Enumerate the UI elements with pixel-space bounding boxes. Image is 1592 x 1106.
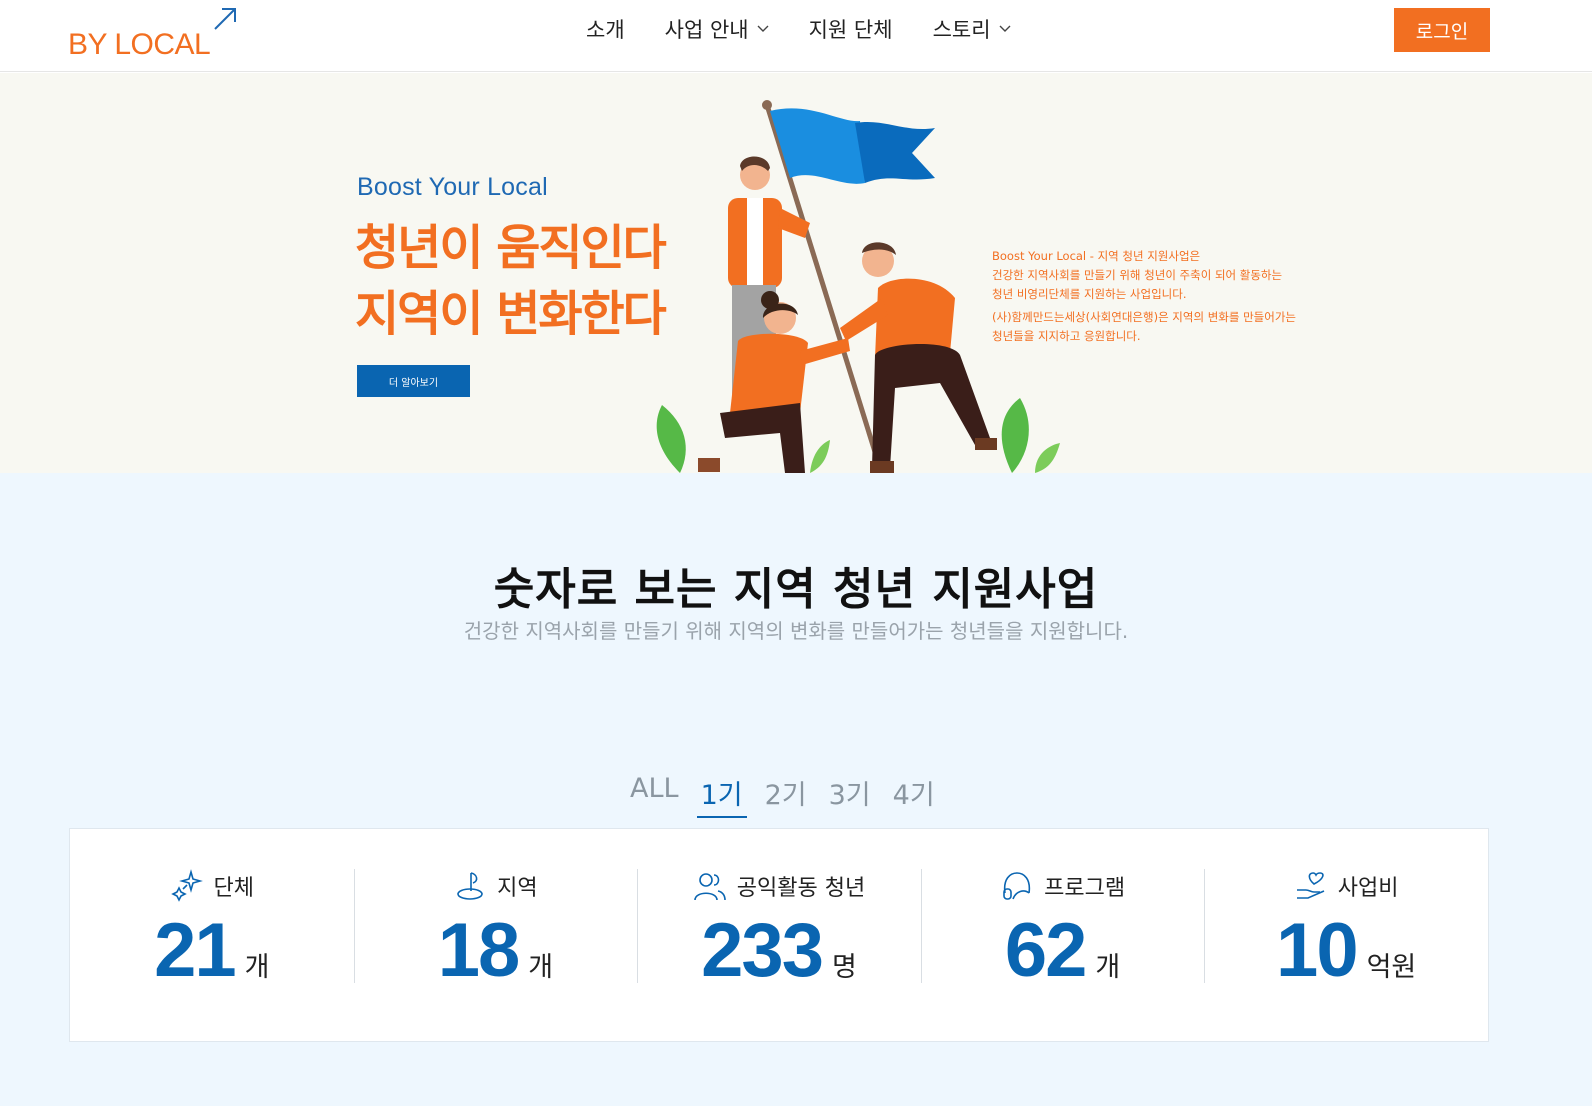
stats-card: 단체 21 개 지역 18 개 공익활동 청년 233 명 프로그램 62 개 … [69,828,1489,1042]
nav-item-business[interactable]: 사업 안내 [665,14,769,44]
hero-title: 청년이 움직인다 지역이 변화한다 [355,215,667,347]
stat-budget: 사업비 10 억원 [1204,829,1488,1041]
stat-value-group: 18 개 [354,907,638,994]
hero-desc-paragraph: (사)함께만드는세상(사회연대은행)은 지역의 변화를 만들어가는 청년들을 지… [992,308,1296,346]
stat-header: 단체 [70,869,354,903]
stat-unit: 억원 [1366,952,1417,983]
nav-item-label: 스토리 [932,18,991,42]
stat-unit: 개 [528,952,554,983]
hero-desc-line: 청년 비영리단체를 지원하는 사업입니다. [992,287,1187,301]
stats-section: 숫자로 보는 지역 청년 지원사업 건강한 지역사회를 만들기 위해 지역의 변… [0,473,1592,1106]
stat-header: 공익활동 청년 [637,869,921,903]
hero-desc-line: 청년들을 지지하고 응원합니다. [992,329,1141,343]
main-nav: 소개 사업 안내 지원 단체 스토리 [586,0,1011,58]
site-header: BY LOCAL 소개 사업 안내 지원 단체 스토리 로그인 [0,0,1592,72]
nav-item-label: 지원 단체 [808,18,893,42]
location-pin-icon [457,872,483,900]
tab-cohort-3[interactable]: 3기 [825,773,875,818]
stat-header: 사업비 [1204,869,1488,903]
stat-regions: 지역 18 개 [353,829,638,1041]
headset-icon [1003,872,1031,900]
stat-label: 사업비 [1337,876,1399,901]
stats-subtitle: 건강한 지역사회를 만들기 위해 지역의 변화를 만들어가는 청년들을 지원합니… [463,619,1129,643]
stat-number: 10 [1276,908,1359,993]
stat-unit: 명 [831,952,857,983]
users-icon [693,873,726,901]
stat-programs: 프로그램 62 개 [920,829,1205,1041]
stats-title: 숫자로 보는 지역 청년 지원사업 [493,564,1099,615]
chevron-down-icon [999,25,1011,32]
chevron-down-icon [757,25,769,32]
stat-value-group: 21 개 [70,907,354,994]
stat-unit: 개 [244,952,270,983]
hero-title-line: 청년이 움직인다 [355,220,667,276]
stat-number: 21 [154,908,237,993]
arrow-up-right-icon [214,8,236,30]
hero-desc-line: 건강한 지역사회를 만들기 위해 청년이 주축이 되어 활동하는 [992,268,1283,282]
stat-number: 62 [1004,908,1088,993]
stat-label: 단체 [213,876,255,901]
stat-label: 공익활동 청년 [736,876,866,901]
nav-item-story[interactable]: 스토리 [933,14,1011,44]
nav-item-intro[interactable]: 소개 [586,14,625,44]
stat-organizations: 단체 21 개 [70,829,354,1041]
tab-cohort-1[interactable]: 1기 [696,773,747,818]
stat-value-group: 233 명 [637,907,921,994]
sparkle-icon [170,869,203,902]
hero-banner: Boost Your Local 청년이 움직인다 지역이 변화한다 더 알아보… [0,73,1592,473]
cohort-tabs: ALL 1기 2기 3기 4기 [626,773,939,818]
hero-title-line: 지역이 변화한다 [355,286,667,342]
nav-item-label: 소개 [586,18,625,42]
stat-header: 지역 [354,869,638,903]
hero-desc-line: Boost Your Local - 지역 청년 지원사업은 [992,249,1201,263]
tab-cohort-2[interactable]: 2기 [761,773,811,818]
login-button[interactable]: 로그인 [1394,8,1490,52]
stat-number: 233 [701,908,824,993]
stat-value-group: 62 개 [921,907,1205,994]
stat-label: 지역 [497,876,538,901]
hand-heart-icon [1296,872,1325,899]
tab-cohort-4[interactable]: 4기 [889,773,939,818]
hero-description: Boost Your Local - 지역 청년 지원사업은 건강한 지역사회를… [992,247,1296,346]
stat-youth: 공익활동 청년 233 명 [637,829,921,1041]
logo[interactable]: BY LOCAL [68,6,248,62]
learn-more-button[interactable]: 더 알아보기 [357,365,470,397]
stat-header: 프로그램 [921,869,1205,903]
stat-unit: 개 [1095,952,1121,983]
logo-text: BY LOCAL [68,28,211,61]
tab-all[interactable]: ALL [626,773,683,818]
hero-eyebrow: Boost Your Local [357,173,548,201]
nav-item-label: 사업 안내 [664,18,749,42]
hero-desc-line: (사)함께만드는세상(사회연대은행)은 지역의 변화를 만들어가는 [992,310,1296,324]
stat-number: 18 [437,908,521,993]
hero-desc-paragraph: Boost Your Local - 지역 청년 지원사업은 건강한 지역사회를… [992,247,1296,304]
stat-value-group: 10 억원 [1204,907,1488,994]
nav-item-organizations[interactable]: 지원 단체 [809,14,893,44]
stat-label: 프로그램 [1044,876,1126,901]
